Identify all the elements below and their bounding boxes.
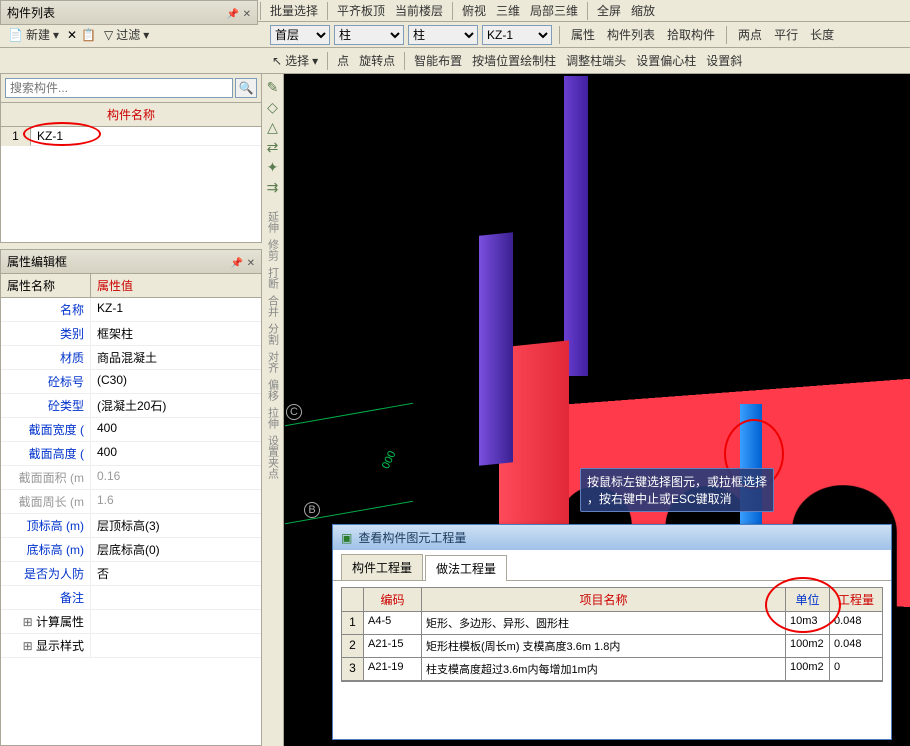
search-input[interactable] xyxy=(5,78,233,98)
viewport-toolbar: ✎ ◇ △ ⇄ ✦ ⇉ 延伸修剪打断合并分割对齐偏移拉伸设置夹点 xyxy=(262,74,284,746)
copy-icon[interactable]: 📋 xyxy=(81,28,96,42)
viewport-tool-label[interactable]: 对齐 xyxy=(265,348,281,376)
tool-icon[interactable]: △ xyxy=(264,118,282,136)
property-row[interactable]: 备注 xyxy=(1,586,261,610)
property-row[interactable]: 截面宽度 (400 xyxy=(1,418,261,442)
close-icon[interactable]: ✕ xyxy=(247,258,255,269)
zoom-button[interactable]: 缩放 xyxy=(627,0,659,21)
property-row[interactable]: 显示样式 xyxy=(1,634,261,658)
pin-icon[interactable]: 📌 xyxy=(227,9,239,20)
property-row[interactable]: 截面面积 (m0.16 xyxy=(1,466,261,490)
table-row[interactable]: 1A4-5矩形、多边形、异形、圆形柱10m30.048 xyxy=(342,612,882,635)
left-panel: 构件列表 📌 ✕ 🔍 构件名称 1 KZ-1 属性编辑框 📌 ✕ xyxy=(0,74,262,746)
property-row[interactable]: 砼标号(C30) xyxy=(1,370,261,394)
table-row[interactable]: 3A21-19柱支模高度超过3.6m内每增加1m内100m20 xyxy=(342,658,882,681)
wall-column-button[interactable]: 按墙位置绘制柱 xyxy=(468,50,560,71)
quantity-window: ▣ 查看构件图元工程量 构件工程量 做法工程量 编码 项目名称 单位 工程量 1… xyxy=(332,524,892,740)
tool-icon[interactable]: ◇ xyxy=(264,98,282,116)
quantity-window-title[interactable]: ▣ 查看构件图元工程量 xyxy=(333,525,891,550)
current-floor-dropdown[interactable]: 当前楼层 xyxy=(391,0,447,21)
mirror-icon[interactable]: ⇄ xyxy=(264,138,282,156)
axis-label: B xyxy=(304,502,320,518)
props-button[interactable]: 属性 xyxy=(567,24,599,45)
point-tool[interactable]: 点 xyxy=(333,50,353,71)
category2-select[interactable]: 柱 xyxy=(408,25,478,45)
property-row[interactable]: 是否为人防否 xyxy=(1,562,261,586)
viewport-tool-label[interactable]: 设置夹点 xyxy=(265,432,281,482)
property-row[interactable]: 材质商品混凝土 xyxy=(1,346,261,370)
brush-icon[interactable]: ✎ xyxy=(264,78,282,96)
dimension-text: 000 xyxy=(380,449,399,471)
smart-layout-button[interactable]: 智能布置 xyxy=(410,50,466,71)
fullscreen-button[interactable]: 全屏 xyxy=(593,0,625,21)
delete-icon[interactable]: ✕ xyxy=(67,28,77,42)
quantity-table: 编码 项目名称 单位 工程量 1A4-5矩形、多边形、异形、圆形柱10m30.0… xyxy=(341,587,883,682)
viewport-tool-label[interactable]: 分割 xyxy=(265,320,281,348)
offset-icon[interactable]: ⇉ xyxy=(264,178,282,196)
property-row[interactable]: 顶标高 (m)层顶标高(3) xyxy=(1,514,261,538)
offset-column-button[interactable]: 设置偏心柱 xyxy=(632,50,700,71)
property-row[interactable]: 砼类型(混凝土20石) xyxy=(1,394,261,418)
viewport-tool-label[interactable]: 打断 xyxy=(265,264,281,292)
search-row: 🔍 xyxy=(0,74,262,103)
length-button[interactable]: 长度 xyxy=(806,24,838,45)
component-table-header: 构件名称 xyxy=(1,103,261,127)
select-tool[interactable]: ↖ 选择 ▾ xyxy=(268,50,322,71)
property-panel-title: 属性编辑框 📌 ✕ xyxy=(0,249,262,274)
new-component-button[interactable]: 📄 新建 ▾ xyxy=(4,24,63,45)
search-button[interactable]: 🔍 xyxy=(235,78,257,98)
property-row[interactable]: 名称KZ-1 xyxy=(1,298,261,322)
component-list-button[interactable]: 构件列表 xyxy=(603,24,659,45)
filter-button[interactable]: ▽ 过滤 ▾ xyxy=(100,24,153,45)
adjust-column-button[interactable]: 调整柱端头 xyxy=(562,50,630,71)
viewport-tool-label[interactable]: 延伸 xyxy=(265,208,281,236)
viewport-tool-label[interactable]: 合并 xyxy=(265,292,281,320)
top-view-button[interactable]: 俯视 xyxy=(458,0,490,21)
hint-tooltip: 按鼠标左键选择图元，或拉框选择 ，按右键中止或ESC键取消 xyxy=(580,468,774,512)
floor-select[interactable]: 首层 xyxy=(270,25,330,45)
pin-icon[interactable]: 📌 xyxy=(231,258,243,269)
two-point-button[interactable]: 两点 xyxy=(734,24,766,45)
tab-method-qty[interactable]: 做法工程量 xyxy=(425,555,507,581)
viewport-tool-label[interactable]: 偏移 xyxy=(265,376,281,404)
property-table: 属性名称 属性值 名称KZ-1类别框架柱材质商品混凝土砼标号(C30)砼类型(混… xyxy=(0,274,262,746)
align-slab-button[interactable]: 平齐板顶 xyxy=(333,0,389,21)
rotate-point-tool[interactable]: 旋转点 xyxy=(355,50,399,71)
draw-toolbar: ↖ 选择 ▾ 点 旋转点 智能布置 按墙位置绘制柱 调整柱端头 设置偏心柱 设置… xyxy=(0,48,910,74)
quantity-tabs: 构件工程量 做法工程量 xyxy=(333,550,891,581)
tab-component-qty[interactable]: 构件工程量 xyxy=(341,554,423,580)
column-element[interactable] xyxy=(479,232,513,466)
app-icon: ▣ xyxy=(341,531,352,545)
local-3d-button[interactable]: 局部三维 xyxy=(526,0,582,21)
property-row[interactable]: 计算属性 xyxy=(1,610,261,634)
3d-view-button[interactable]: 三维 xyxy=(492,0,524,21)
table-row[interactable]: 2A21-15矩形柱模板(周长m) 支模高度3.6m 1.8内100m20.04… xyxy=(342,635,882,658)
parallel-button[interactable]: 平行 xyxy=(770,24,802,45)
component-select[interactable]: KZ-1 xyxy=(482,25,552,45)
tool-icon[interactable]: ✦ xyxy=(264,158,282,176)
close-icon[interactable]: ✕ xyxy=(243,9,251,20)
table-row[interactable]: 1 KZ-1 xyxy=(1,127,261,146)
viewport-tool-label[interactable]: 修剪 xyxy=(265,236,281,264)
property-panel: 属性编辑框 📌 ✕ 属性名称 属性值 名称KZ-1类别框架柱材质商品混凝土砼标号… xyxy=(0,249,262,746)
pick-component-button[interactable]: 拾取构件 xyxy=(663,24,719,45)
property-row[interactable]: 截面周长 (m1.6 xyxy=(1,490,261,514)
property-row[interactable]: 截面高度 (400 xyxy=(1,442,261,466)
axis-label: C xyxy=(286,404,302,420)
column-element[interactable] xyxy=(564,76,588,376)
component-list-title: 构件列表 📌 ✕ xyxy=(0,0,258,25)
category1-select[interactable]: 柱 xyxy=(334,25,404,45)
component-table: 构件名称 1 KZ-1 xyxy=(0,103,262,243)
viewport-tool-label[interactable]: 拉伸 xyxy=(265,404,281,432)
property-row[interactable]: 底标高 (m)层底标高(0) xyxy=(1,538,261,562)
panel-toolbar-row: 📄 新建 ▾ ✕ 📋 ▽ 过滤 ▾ 首层 柱 柱 KZ-1 属性 构件列表 拾取… xyxy=(0,22,910,48)
slant-column-button[interactable]: 设置斜 xyxy=(702,50,746,71)
batch-select-button[interactable]: 批量选择 xyxy=(266,0,322,21)
property-row[interactable]: 类别框架柱 xyxy=(1,322,261,346)
